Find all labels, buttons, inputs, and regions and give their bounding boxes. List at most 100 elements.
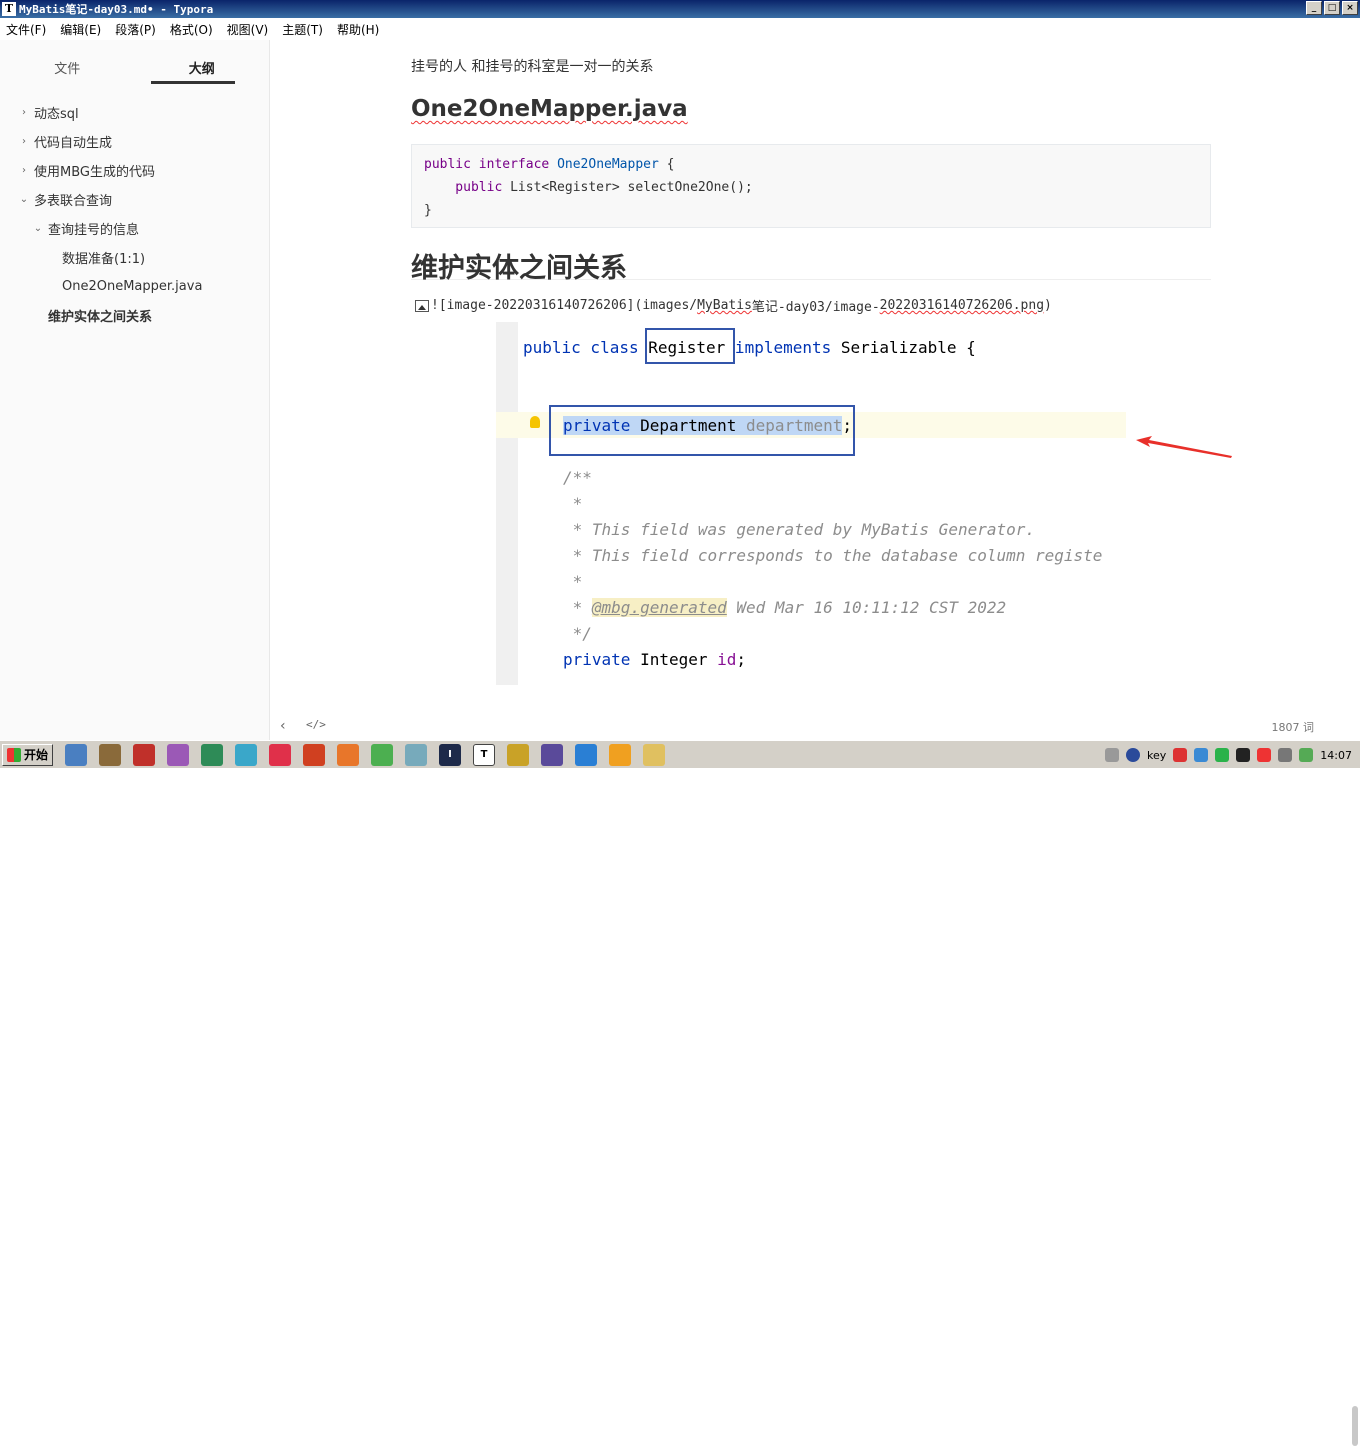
taskbar-app-icon[interactable]: [575, 743, 598, 766]
intellij-icon[interactable]: I: [439, 743, 462, 766]
keyboard-icon[interactable]: [1105, 748, 1120, 762]
image-src-text: ): [1044, 298, 1052, 313]
tab-outline[interactable]: 大纲: [135, 40, 270, 86]
outline-item-label: One2OneMapper.java: [62, 279, 203, 294]
outline-item-query-register[interactable]: ⌄ 查询挂号的信息: [0, 214, 270, 243]
minimize-button[interactable]: _: [1306, 1, 1322, 15]
menu-edit[interactable]: 编辑(E): [60, 21, 101, 38]
menu-format[interactable]: 格式(O): [170, 21, 213, 38]
close-button[interactable]: ×: [1342, 1, 1358, 15]
windows-flag-icon: [7, 747, 21, 762]
taskbar-app-icon[interactable]: [133, 743, 156, 766]
ide-comment: *: [563, 572, 583, 591]
image-icon: [415, 299, 429, 312]
outline-item-mbg-code[interactable]: › 使用MBG生成的代码: [0, 156, 270, 185]
notepad-icon[interactable]: [507, 743, 530, 766]
outline-item-data-prep[interactable]: 数据准备(1:1): [0, 243, 270, 272]
ide-line-id-field: private Integer id;: [563, 650, 747, 669]
code-text: }: [424, 203, 432, 218]
taskbar-app-icon[interactable]: [609, 743, 632, 766]
taskbar-app-icon[interactable]: [99, 743, 122, 766]
heading-one2one-mapper: One2OneMapper.java: [411, 96, 688, 122]
taskbar-app-icon[interactable]: [541, 743, 564, 766]
network-icon[interactable]: [1299, 748, 1314, 762]
ide-comment: *: [563, 494, 583, 513]
tray-input-label[interactable]: key: [1147, 749, 1166, 762]
taskbar-app-icon[interactable]: [167, 743, 190, 766]
toggle-sidebar-button[interactable]: ‹: [280, 718, 286, 734]
taskbar-app-icon[interactable]: [201, 743, 224, 766]
help-icon[interactable]: [1126, 748, 1141, 762]
taskbar-app-icon[interactable]: [303, 743, 326, 766]
window-title: MyBatis笔记-day03.md• - Typora: [19, 3, 214, 16]
outline-item-codegen[interactable]: › 代码自动生成: [0, 127, 270, 156]
code-block[interactable]: public interface One2OneMapper { public …: [411, 144, 1211, 228]
code-keyword: public interface: [424, 157, 558, 172]
outline-item-label: 维护实体之间关系: [48, 310, 153, 325]
chevron-right-icon[interactable]: ›: [18, 136, 30, 147]
taskbar-app-icon[interactable]: [65, 743, 88, 766]
firefox-icon[interactable]: [337, 743, 360, 766]
outline-item-label: 数据准备(1:1): [62, 252, 146, 267]
volume-icon[interactable]: [1278, 748, 1293, 762]
code-keyword: public: [424, 180, 511, 195]
folder-icon[interactable]: [643, 743, 666, 766]
taskbar: 开始 I T key 14:07: [0, 740, 1360, 768]
scrollbar-thumb[interactable]: [1352, 1406, 1358, 1446]
outline-item-dynamic-sql[interactable]: › 动态sql: [0, 98, 270, 127]
ide-comment: * This field was generated by MyBatis Ge…: [563, 520, 1036, 539]
highlight-box-register: [645, 328, 735, 364]
tab-files[interactable]: 文件: [0, 40, 135, 86]
weibo-icon[interactable]: [1257, 748, 1272, 762]
ide-gutter: [496, 322, 518, 685]
code-text: List<Register> selectOne2One();: [510, 180, 753, 195]
source-mode-button[interactable]: </>: [306, 718, 326, 731]
typora-icon[interactable]: T: [473, 743, 496, 766]
status-bar: ‹ </> 1807 词: [270, 712, 1360, 1446]
wechat-icon[interactable]: [1215, 748, 1230, 762]
ide-comment: * @mbg.generated Wed Mar 16 10:11:12 CST…: [563, 598, 1007, 617]
tray-app-icon[interactable]: [1194, 748, 1209, 762]
window-titlebar[interactable]: T MyBatis笔记-day03.md• - Typora _ □ ×: [0, 0, 1360, 18]
menu-bar: 文件(F) 编辑(E) 段落(P) 格式(O) 视图(V) 主题(T) 帮助(H…: [0, 18, 1360, 40]
tray-app-icon[interactable]: [1173, 748, 1188, 762]
outline-item-label: 代码自动生成: [34, 136, 113, 151]
chevron-right-icon[interactable]: ›: [18, 165, 30, 176]
menu-help[interactable]: 帮助(H): [337, 21, 379, 38]
menu-paragraph[interactable]: 段落(P): [115, 21, 156, 38]
ide-comment: * This field corresponds to the database…: [563, 546, 1103, 565]
ide-line-class-decl: public class Register implements Seriali…: [523, 338, 976, 357]
outline-item-label: 动态sql: [34, 107, 79, 122]
image-src-text: MyBatis: [697, 298, 752, 313]
menu-theme[interactable]: 主题(T): [282, 21, 323, 38]
image-src-text: 20220316140726206.png: [879, 298, 1045, 313]
code-type-name: One2OneMapper: [557, 157, 659, 172]
outline-item-one2one[interactable]: One2OneMapper.java: [0, 272, 270, 301]
typora-app-icon: T: [2, 2, 16, 16]
outline-item-multi-table[interactable]: ⌄ 多表联合查询: [0, 185, 270, 214]
chevron-right-icon[interactable]: ›: [18, 107, 30, 118]
start-button[interactable]: 开始: [2, 743, 54, 766]
chrome-icon[interactable]: [371, 743, 394, 766]
menu-file[interactable]: 文件(F): [6, 21, 46, 38]
menu-view[interactable]: 视图(V): [227, 21, 269, 38]
red-arrow-icon: [1136, 436, 1232, 458]
clock[interactable]: 14:07: [1320, 749, 1352, 762]
qq-icon[interactable]: [1236, 748, 1251, 762]
taskbar-app-icon[interactable]: [269, 743, 292, 766]
outline-item-maintain-relations[interactable]: 维护实体之间关系: [0, 301, 270, 330]
chevron-down-icon[interactable]: ⌄: [18, 194, 30, 205]
outline-item-label: 多表联合查询: [34, 194, 113, 209]
image-markdown-source[interactable]: ![image-20220316140726206](images/MyBati…: [415, 296, 1052, 315]
chevron-down-icon[interactable]: ⌄: [32, 223, 44, 234]
outline-item-label: 使用MBG生成的代码: [34, 165, 155, 180]
paragraph: 挂号的人 和挂号的科室是一对一的关系: [411, 59, 654, 75]
image-src-text: 笔记-day03/image-: [751, 300, 880, 315]
image-src-text: ![image-20220316140726206](images/: [431, 298, 698, 313]
maximize-button[interactable]: □: [1324, 1, 1340, 15]
taskbar-app-icon[interactable]: [405, 743, 428, 766]
word-count[interactable]: 1807 词: [1272, 719, 1315, 735]
editor-content[interactable]: 挂号的人 和挂号的科室是一对一的关系 One2OneMapper.java pu…: [270, 40, 1360, 712]
embedded-screenshot: public class Register implements Seriali…: [496, 322, 1126, 685]
taskbar-app-icon[interactable]: [235, 743, 258, 766]
